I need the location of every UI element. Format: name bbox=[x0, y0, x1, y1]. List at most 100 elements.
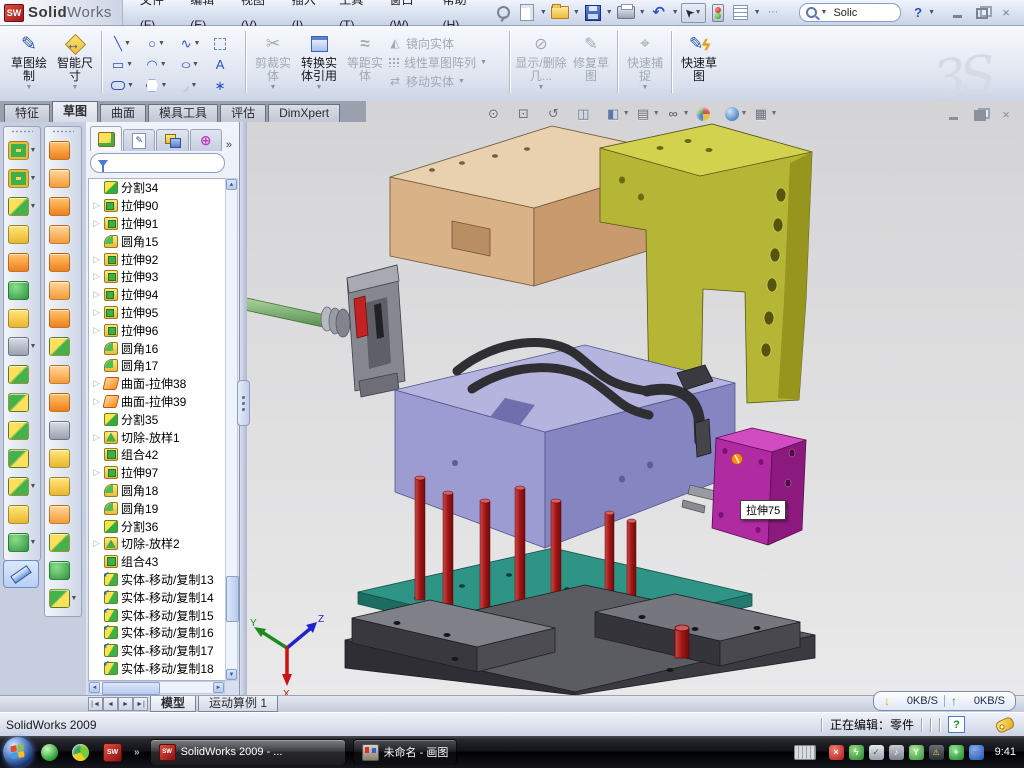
print-icon[interactable] bbox=[615, 3, 637, 23]
tag-icon[interactable] bbox=[994, 715, 1015, 733]
taskbar-task-button[interactable]: 未命名 - 画图 bbox=[353, 739, 458, 765]
sketch-entity-button[interactable]: ▼ bbox=[106, 75, 140, 96]
tray-icon[interactable]: ⚠ bbox=[929, 745, 944, 760]
tree-item[interactable]: ▷ 拉伸91 bbox=[89, 215, 225, 233]
tree-item[interactable]: ▷ 实体-移动/复制17 bbox=[89, 642, 225, 660]
sketch-button[interactable]: ✎ 草图绘制▼ bbox=[6, 30, 52, 91]
tree-item[interactable]: ▷ 拉伸97 bbox=[89, 464, 225, 482]
expand-arrow-icon[interactable]: ▷ bbox=[92, 254, 101, 265]
tab-nav-first-button[interactable]: |◄ bbox=[88, 697, 103, 711]
tree-item[interactable]: ▷ 拉伸90 bbox=[89, 197, 225, 215]
quick-launch-icon[interactable]: SW bbox=[103, 743, 122, 762]
toolbar-overflow-icon[interactable]: ⋯ bbox=[763, 3, 785, 23]
sketch-entity-button[interactable]: ╲ ▼ bbox=[106, 33, 140, 54]
feature-tool-button[interactable]: ▼ bbox=[8, 248, 37, 276]
hud-button[interactable]: ▼ bbox=[635, 105, 660, 122]
expand-arrow-icon[interactable]: ▷ bbox=[92, 467, 101, 478]
tree-item[interactable]: ▷ 拉伸94 bbox=[89, 286, 225, 304]
keyboard-layout-icon[interactable] bbox=[794, 745, 816, 760]
hud-button[interactable]: ▼ bbox=[724, 106, 748, 122]
convert-entities-button[interactable]: 转换实体引用▼ bbox=[296, 30, 342, 91]
tray-icon[interactable]: ϟ bbox=[849, 745, 864, 760]
scroll-right-icon[interactable]: ► bbox=[213, 682, 224, 693]
feature-tool-button[interactable]: ▼ bbox=[8, 360, 37, 388]
tree-item[interactable]: ▷ 圆角16 bbox=[89, 339, 225, 357]
feature-tool-button[interactable]: ▼ bbox=[8, 276, 37, 304]
start-button[interactable] bbox=[3, 737, 33, 767]
mold-tool-button[interactable]: ▼ bbox=[49, 500, 78, 528]
tree-item[interactable]: ▷ 圆角17 bbox=[89, 357, 225, 375]
dimxpertmanager-tab[interactable]: ⊕ bbox=[190, 129, 222, 151]
sketch-entity-button[interactable]: ▼ bbox=[140, 75, 174, 96]
tree-horizontal-scrollbar[interactable]: ◄ ► bbox=[88, 681, 225, 694]
tray-icon[interactable]: × bbox=[829, 745, 844, 760]
scroll-down-icon[interactable]: ▼ bbox=[226, 669, 237, 680]
select-tool[interactable]: ➤▼ bbox=[681, 3, 706, 23]
toolbar-drag-handle[interactable] bbox=[11, 130, 33, 133]
tree-item[interactable]: ▷ 曲面-拉伸39 bbox=[89, 393, 225, 411]
new-document-icon[interactable] bbox=[516, 3, 538, 23]
undo-icon[interactable]: ↶ bbox=[648, 3, 670, 23]
hud-button[interactable]: ▼ bbox=[665, 105, 690, 122]
feature-tool-button[interactable]: ▼ bbox=[8, 444, 37, 472]
rapid-sketch-button[interactable]: ✎ϟ 快速草图 bbox=[676, 30, 722, 83]
tree-item[interactable]: ▷ 拉伸93 bbox=[89, 268, 225, 286]
graphics-viewport[interactable]: Y Z X ▼ ▼ ▼ bbox=[240, 101, 1024, 695]
tree-filter-box[interactable] bbox=[90, 153, 225, 173]
tree-item[interactable]: ▷ 分割36 bbox=[89, 517, 225, 535]
mold-tool-button[interactable]: ▼ bbox=[49, 556, 78, 584]
tab-nav-next-button[interactable]: ► bbox=[118, 697, 133, 711]
tray-icon[interactable]: − bbox=[969, 745, 984, 760]
tree-item[interactable]: ▷ 圆角15 bbox=[89, 232, 225, 250]
command-tab[interactable]: 曲面 bbox=[100, 104, 146, 122]
3d-model[interactable]: Y Z X bbox=[240, 101, 1024, 695]
search-box[interactable]: ▼ bbox=[799, 3, 902, 22]
status-help-icon[interactable]: ? bbox=[948, 716, 965, 733]
command-tab[interactable]: 草图 bbox=[52, 101, 98, 122]
mold-tool-button[interactable]: ▼ bbox=[49, 584, 78, 612]
sketch-entity-button[interactable]: A ▼ bbox=[208, 54, 242, 75]
sketch-entity-button[interactable]: ◠ ▼ bbox=[140, 54, 174, 75]
taskbar-task-button[interactable]: SW SolidWorks 2009 - ... bbox=[150, 739, 346, 765]
tray-icon[interactable]: + bbox=[949, 745, 964, 760]
command-tab[interactable]: 特征 bbox=[4, 104, 50, 122]
minimize-button[interactable] bbox=[950, 6, 966, 20]
tree-item[interactable]: ▷ 拉伸96 bbox=[89, 321, 225, 339]
taskbar-clock[interactable]: 9:41 bbox=[995, 746, 1016, 758]
hud-button[interactable]: ▼ bbox=[605, 105, 630, 122]
mold-tool-button[interactable]: ▼ bbox=[49, 360, 78, 388]
mold-tool-button[interactable]: ▼ bbox=[49, 416, 78, 444]
sketch-entity-button[interactable]: ▼ bbox=[208, 33, 242, 54]
command-tab[interactable]: 评估 bbox=[220, 104, 266, 122]
save-icon[interactable] bbox=[582, 3, 604, 23]
expand-arrow-icon[interactable]: ▷ bbox=[92, 396, 101, 407]
options-checklist-icon[interactable] bbox=[730, 3, 752, 23]
part-nozzle-assembly[interactable] bbox=[240, 265, 405, 397]
tree-item[interactable]: ▷ 实体-移动/复制16 bbox=[89, 624, 225, 642]
toolbar-drag-handle[interactable] bbox=[52, 130, 74, 133]
hud-button[interactable]: ▼ bbox=[485, 105, 510, 122]
feature-tool-button[interactable]: ▼ bbox=[8, 332, 37, 360]
expand-arrow-icon[interactable]: ▷ bbox=[92, 289, 101, 300]
sketch-entity-button[interactable]: ○ ▼ bbox=[174, 54, 208, 75]
feature-tool-button[interactable]: ▼ bbox=[8, 164, 37, 192]
hud-button[interactable]: ▼ bbox=[545, 105, 570, 122]
tray-icon[interactable]: ♪ bbox=[889, 745, 904, 760]
mold-tool-button[interactable]: ▼ bbox=[49, 304, 78, 332]
close-button[interactable]: × bbox=[998, 6, 1014, 20]
command-tab[interactable]: 模具工具 bbox=[148, 104, 218, 122]
featuremanager-tree-tab[interactable] bbox=[90, 126, 122, 151]
mold-tool-button[interactable]: ▼ bbox=[49, 276, 78, 304]
model-tab[interactable]: 模型 bbox=[150, 696, 196, 712]
propertymanager-tab[interactable]: ✎ bbox=[123, 129, 155, 151]
feature-tool-button[interactable]: ▼ bbox=[8, 416, 37, 444]
command-tab[interactable]: DimXpert bbox=[268, 104, 340, 122]
tree-vertical-scrollbar[interactable]: ▲ ▼ bbox=[225, 178, 238, 681]
tree-item[interactable]: ▷ 圆角19 bbox=[89, 499, 225, 517]
feature-tool-button[interactable]: ▼ bbox=[8, 220, 37, 248]
expand-arrow-icon[interactable]: ▷ bbox=[92, 218, 101, 229]
tray-icon[interactable]: ✓ bbox=[869, 745, 884, 760]
mold-tool-button[interactable]: ▼ bbox=[49, 220, 78, 248]
tree-item[interactable]: ▷ 分割35 bbox=[89, 410, 225, 428]
help-button[interactable]: ? bbox=[909, 3, 927, 23]
